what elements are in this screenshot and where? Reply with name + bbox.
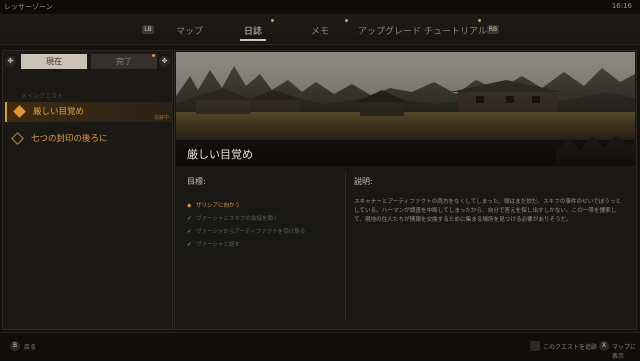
- tab-journal[interactable]: 日誌: [244, 24, 262, 37]
- tab-tutorial-notification-dot: [478, 19, 481, 22]
- filter-completed-notification-dot: [152, 54, 155, 57]
- tab-upgrades[interactable]: アップグレード: [358, 24, 421, 37]
- lb-button-hint[interactable]: LB: [142, 25, 154, 34]
- quest-category: メインクエスト: [21, 93, 64, 100]
- quest-banner-image: 厳しい目覚め: [176, 52, 635, 166]
- back-label[interactable]: 戻る: [24, 342, 36, 351]
- filter-current[interactable]: 現在: [21, 54, 87, 69]
- quest-title: 厳しい目覚め: [33, 107, 85, 117]
- description-heading: 説明:: [354, 177, 373, 186]
- filter-prev-button[interactable]: ✥: [5, 56, 16, 67]
- quest-marker-icon: [13, 105, 26, 118]
- tab-bar: LB マップ 日誌 メモ アップグレード チュートリアル RB: [0, 14, 640, 45]
- track-quest-label[interactable]: このクエストを追跡: [543, 342, 597, 351]
- current-objective-icon: ◆: [187, 203, 192, 209]
- quest-list-panel: ✥ 現在 完了 ✥ メインクエスト 厳しい目覚め 追跡中 七つの封印の後ろに: [2, 50, 173, 330]
- filter-completed[interactable]: 完了: [91, 54, 157, 69]
- view-button-icon[interactable]: [530, 341, 540, 351]
- b-button-icon[interactable]: B: [10, 341, 20, 351]
- quest-marker-icon: [11, 132, 24, 145]
- checkmark-icon: ✔: [187, 229, 192, 235]
- quest-item[interactable]: 厳しい目覚め 追跡中: [5, 102, 173, 122]
- rb-button-hint[interactable]: RB: [487, 25, 499, 34]
- tab-notes[interactable]: メモ: [311, 24, 329, 37]
- zone-name: レッサーゾーン: [4, 3, 53, 11]
- checkmark-icon: ✔: [187, 216, 192, 222]
- tracked-badge: 追跡中: [153, 115, 169, 121]
- objective-item: ✔ ヴァーシャとスキフの会話を聞く: [187, 216, 279, 222]
- objective-item: ◆ ザリシアに向かう: [187, 203, 241, 209]
- quest-detail-title: 厳しい目覚め: [187, 148, 253, 161]
- objective-item: ✔ ヴァーシャからアーティファクトを受け取る: [187, 229, 306, 235]
- footer-bar: B 戻る このクエストを追跡 X マップに表示: [0, 332, 640, 361]
- quest-title: 七つの封印の後ろに: [31, 134, 108, 144]
- objective-item: ✔ ヴァーシャと話す: [187, 242, 240, 248]
- tab-map[interactable]: マップ: [176, 24, 203, 37]
- quest-detail-panel: 厳しい目覚め 目標: 説明: ◆ ザリシアに向かう ✔ ヴァーシャとスキフの会話を聞…: [174, 50, 637, 330]
- tab-journal-notification-dot: [271, 19, 274, 22]
- checkmark-icon: ✔: [187, 242, 192, 248]
- clock: 16:16: [611, 2, 632, 10]
- quest-item[interactable]: 七つの封印の後ろに: [5, 129, 171, 149]
- active-tab-indicator: [240, 39, 266, 41]
- status-bar: レッサーゾーン 16:16: [0, 0, 640, 14]
- quest-description: スキャナーとアーティファクトの両方をなくしてしまった。頭はまだ妙だ。スキフの事件…: [354, 199, 622, 223]
- filter-next-button[interactable]: ✥: [159, 56, 170, 67]
- show-on-map-label[interactable]: マップに表示: [612, 342, 640, 360]
- tab-tutorial[interactable]: チュートリアル: [424, 24, 487, 37]
- objectives-heading: 目標:: [187, 177, 206, 186]
- tab-notes-notification-dot: [345, 19, 348, 22]
- x-button-icon[interactable]: X: [599, 341, 609, 351]
- column-divider: [345, 171, 346, 321]
